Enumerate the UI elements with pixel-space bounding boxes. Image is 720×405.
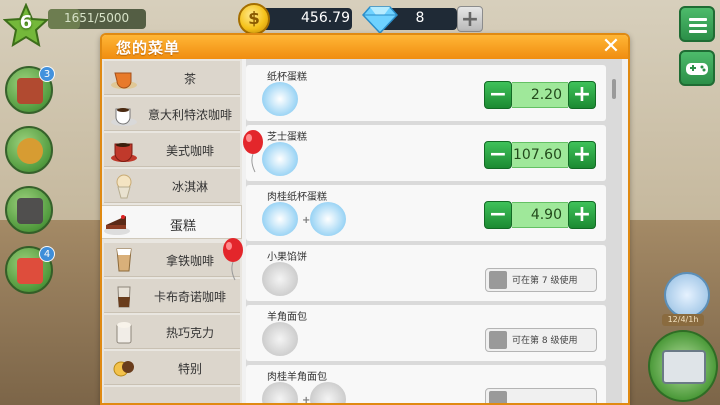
price-stepper: − 107.60 +: [484, 141, 596, 171]
coin-icon: $: [238, 3, 270, 35]
cupcake-icon: [262, 202, 298, 236]
tea-cup-icon: [111, 72, 137, 89]
ice-cream-icon: [116, 174, 132, 199]
increase-price-button[interactable]: +: [568, 141, 596, 169]
cappuccino-glass-icon: [117, 286, 131, 308]
recipe-book-button[interactable]: 3: [5, 66, 55, 114]
item-name: 羊角面包: [267, 312, 307, 323]
cinnamon-icon: [310, 382, 346, 403]
menu-item-row-locked: 小果馅饼 可在第 7 级使用: [246, 245, 606, 301]
espresso-cup-icon: [111, 108, 137, 126]
menu-item-row: 纸杯蛋糕 − 2.20 +: [246, 65, 606, 121]
recipe-book-badge: 3: [39, 66, 55, 82]
menu-item-row: 肉桂纸杯蛋糕 + − 4.90 +: [246, 185, 606, 241]
phone-button[interactable]: [5, 186, 53, 234]
category-label: 卡布奇诺咖啡: [153, 290, 226, 304]
cinnamon-icon: [310, 202, 346, 236]
category-cappuccino[interactable]: 卡布奇诺咖啡: [104, 279, 240, 313]
hot-chocolate-icon: [116, 322, 132, 344]
category-espresso[interactable]: 意大利特浓咖啡: [104, 97, 240, 131]
locked-item-button[interactable]: [485, 388, 597, 403]
item-name: 肉桂羊角面包: [267, 372, 327, 383]
order-cup-icon[interactable]: [664, 272, 710, 318]
xp-text: 1651/5000: [64, 11, 130, 25]
decrease-price-button[interactable]: −: [484, 81, 512, 109]
red-balloon-icon: [223, 238, 243, 281]
decor-button[interactable]: [5, 126, 53, 174]
category-more[interactable]: [104, 387, 240, 403]
order-timer: 12/4/1h: [662, 314, 704, 326]
item-price: 4.90: [512, 202, 568, 228]
price-stepper: − 2.20 +: [484, 81, 596, 111]
decrease-price-button[interactable]: −: [484, 141, 512, 169]
gift-icon: [17, 258, 43, 284]
increase-price-button[interactable]: +: [568, 81, 596, 109]
category-label: 热巧克力: [165, 326, 214, 340]
unlock-level-text: 可在第 7 级使用: [512, 276, 578, 286]
dialog-header: 您的菜单 ✕: [102, 35, 628, 59]
gamepad-button[interactable]: [679, 50, 715, 86]
item-name: 肉桂纸杯蛋糕: [267, 192, 327, 203]
category-label: 蛋糕: [169, 219, 196, 234]
menu-item-list: 纸杯蛋糕 − 2.20 + 芝士蛋糕 − 107.60 + 肉桂纸杯蛋糕 + −…: [246, 59, 622, 403]
price-stepper: − 4.90 +: [484, 201, 596, 231]
phone-icon: [17, 198, 43, 224]
buy-gems-button[interactable]: +: [457, 6, 483, 32]
locked-item-button[interactable]: 可在第 8 级使用: [485, 328, 597, 352]
close-button[interactable]: ✕: [600, 36, 622, 58]
increase-price-button[interactable]: +: [568, 201, 596, 229]
cupcake-icon: [262, 82, 298, 116]
lock-icon: [489, 391, 507, 403]
category-ice-cream[interactable]: 冰淇淋: [104, 169, 240, 203]
gift-button[interactable]: 4: [5, 246, 55, 294]
cheesecake-icon: [262, 142, 298, 176]
player-level: 6: [19, 12, 33, 33]
cash-register-button[interactable]: [648, 330, 718, 402]
item-name: 纸杯蛋糕: [267, 72, 307, 83]
item-price: 107.60: [512, 142, 568, 168]
category-label: 美式咖啡: [165, 144, 214, 158]
americano-cup-icon: [111, 143, 137, 162]
item-price: 2.20: [512, 82, 568, 108]
category-hot-chocolate[interactable]: 热巧克力: [104, 315, 240, 349]
category-label: 特别: [177, 362, 202, 376]
decrease-price-button[interactable]: −: [484, 201, 512, 229]
category-sidebar: 茶 意大利特浓咖啡 美式咖啡 冰淇淋 蛋糕 拿铁咖啡 卡布奇诺咖啡 热巧克力 特…: [102, 59, 242, 403]
croissant-icon: [262, 382, 298, 403]
dialog-title: 您的菜单: [116, 39, 181, 57]
cake-slice-icon: [104, 215, 130, 235]
list-scrollbar[interactable]: [612, 79, 616, 99]
menu-item-row: 芝士蛋糕 − 107.60 +: [246, 125, 606, 181]
category-cake[interactable]: 蛋糕: [102, 205, 242, 239]
category-label: 茶: [183, 72, 196, 86]
category-label: 意大利特浓咖啡: [147, 108, 232, 122]
latte-glass-icon: [116, 248, 132, 272]
unlock-level-text: 可在第 8 级使用: [512, 336, 578, 346]
lock-icon: [489, 331, 507, 349]
cash-register-icon: [662, 350, 706, 384]
menu-item-row-locked: 肉桂羊角面包 +: [246, 365, 606, 403]
item-name: 芝士蛋糕: [267, 132, 307, 143]
coin-amount: 456.79: [301, 10, 350, 26]
category-special[interactable]: 特别: [104, 351, 240, 385]
category-tea[interactable]: 茶: [104, 61, 240, 95]
category-americano[interactable]: 美式咖啡: [104, 133, 240, 167]
tart-icon: [262, 262, 298, 296]
main-menu-button[interactable]: [679, 6, 715, 42]
lock-icon: [489, 271, 507, 289]
recipe-book-icon: [17, 78, 43, 104]
special-treats-icon: [113, 361, 134, 377]
locked-item-button[interactable]: 可在第 7 级使用: [485, 268, 597, 292]
category-label: 冰淇淋: [171, 180, 208, 194]
red-balloon-icon: [243, 130, 263, 173]
menu-dialog: 您的菜单 ✕ 茶 意大利特浓咖啡 美式咖啡 冰淇淋 蛋糕 拿铁咖啡 卡布奇诺咖啡…: [100, 33, 630, 405]
gamepad-icon: [686, 63, 708, 75]
croissant-icon: [262, 322, 298, 356]
diamond-icon: [362, 6, 398, 34]
gem-amount: 8: [415, 10, 425, 26]
cake-stand-icon: [17, 138, 43, 164]
menu-item-row-locked: 羊角面包 可在第 8 级使用: [246, 305, 606, 361]
item-name: 小果馅饼: [267, 252, 307, 263]
gift-badge: 4: [39, 246, 55, 262]
